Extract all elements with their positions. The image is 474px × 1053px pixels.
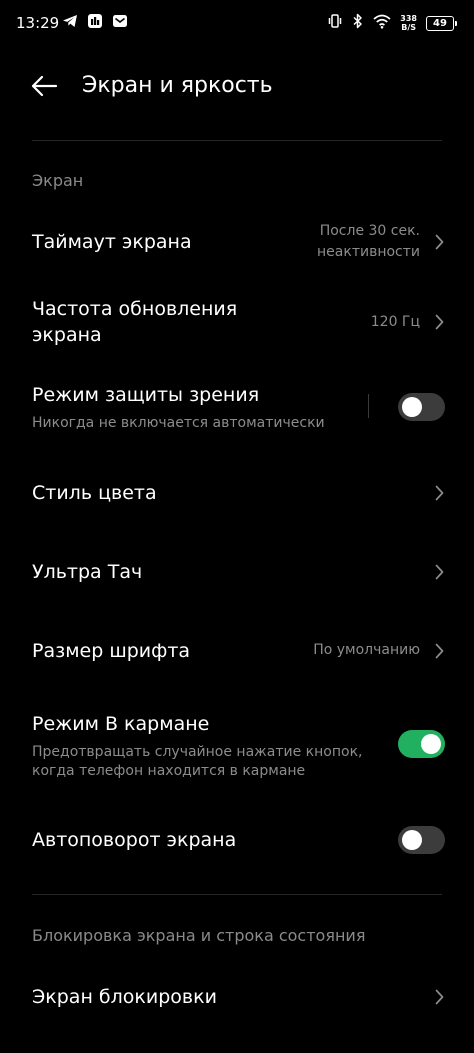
item-title: Стиль цвета — [32, 482, 157, 504]
item-subtitle: Никогда не включается автоматически — [32, 415, 325, 431]
battery-icon: 49 — [426, 15, 457, 31]
item-title: Экран блокировки — [32, 986, 217, 1008]
chevron-right-icon — [432, 562, 446, 582]
settings-item-screen-timeout[interactable]: Таймаут экрана После 30 сек. неактивност… — [0, 214, 474, 272]
network-speed: 338 B/S — [400, 14, 417, 32]
item-value: 120 Гц — [370, 314, 420, 330]
settings-item-lock-screen[interactable]: Экран блокировки — [0, 976, 474, 1018]
auto-rotate-toggle[interactable] — [398, 826, 445, 854]
item-subtitle-line2: когда телефон находится в кармане — [32, 763, 306, 779]
eye-protection-toggle[interactable] — [398, 393, 445, 421]
item-subtitle-line1: Предотвращать случайное нажатие кнопок, — [32, 744, 363, 760]
section-title-screen: Экран — [32, 171, 84, 190]
chevron-right-icon — [432, 641, 446, 661]
page-title: Экран и яркость — [82, 73, 273, 98]
settings-item-ultra-touch[interactable]: Ультра Тач — [0, 551, 474, 593]
status-bar: 13:29 338 B/S 49 — [0, 0, 474, 48]
toggle-knob — [421, 734, 441, 754]
vibrate-icon — [327, 13, 343, 33]
item-value: По умолчанию — [313, 642, 420, 658]
item-title-line1: Частота обновления — [32, 298, 238, 320]
item-title: Режим В кармане — [32, 713, 210, 735]
settings-item-font-size[interactable]: Размер шрифта По умолчанию — [0, 630, 474, 672]
item-value-line1: После 30 сек. — [319, 223, 420, 239]
mail-icon — [112, 13, 128, 33]
item-title: Автоповорот экрана — [32, 829, 237, 851]
status-time: 13:29 — [16, 14, 60, 32]
app-icon — [87, 13, 103, 33]
settings-item-refresh-rate[interactable]: Частота обновления экрана 120 Гц — [0, 292, 474, 352]
bluetooth-icon — [352, 13, 364, 33]
chevron-right-icon — [432, 312, 446, 332]
pocket-mode-toggle[interactable] — [398, 730, 445, 758]
separator — [368, 394, 369, 418]
section-divider — [32, 894, 442, 895]
chevron-right-icon — [432, 483, 446, 503]
item-title-line2: экрана — [32, 324, 102, 346]
telegram-icon — [62, 13, 78, 33]
item-title: Таймаут экрана — [32, 231, 192, 253]
settings-item-color-style[interactable]: Стиль цвета — [0, 472, 474, 514]
chevron-right-icon — [432, 232, 446, 252]
app-header: Экран и яркость — [0, 62, 474, 108]
item-title: Размер шрифта — [32, 640, 191, 662]
chevron-right-icon — [432, 987, 446, 1007]
settings-item-pocket-mode[interactable]: Режим В кармане Предотвращать случайное … — [0, 710, 474, 784]
back-button[interactable] — [26, 68, 62, 104]
toggle-knob — [402, 830, 422, 850]
wifi-icon — [373, 13, 391, 33]
item-title: Ультра Тач — [32, 561, 143, 583]
item-value-line2: неактивности — [317, 244, 420, 260]
status-right-icons: 338 B/S 49 — [327, 13, 457, 33]
toggle-knob — [402, 397, 422, 417]
header-divider — [32, 140, 442, 141]
settings-item-auto-rotate[interactable]: Автоповорот экрана — [0, 818, 474, 862]
section-title-lock: Блокировка экрана и строка состояния — [32, 926, 366, 945]
arrow-left-icon — [31, 75, 58, 97]
status-left-icons — [62, 14, 128, 32]
item-title: Режим защиты зрения — [32, 384, 260, 406]
settings-item-eye-protection[interactable]: Режим защиты зрения Никогда не включаетс… — [0, 380, 474, 440]
